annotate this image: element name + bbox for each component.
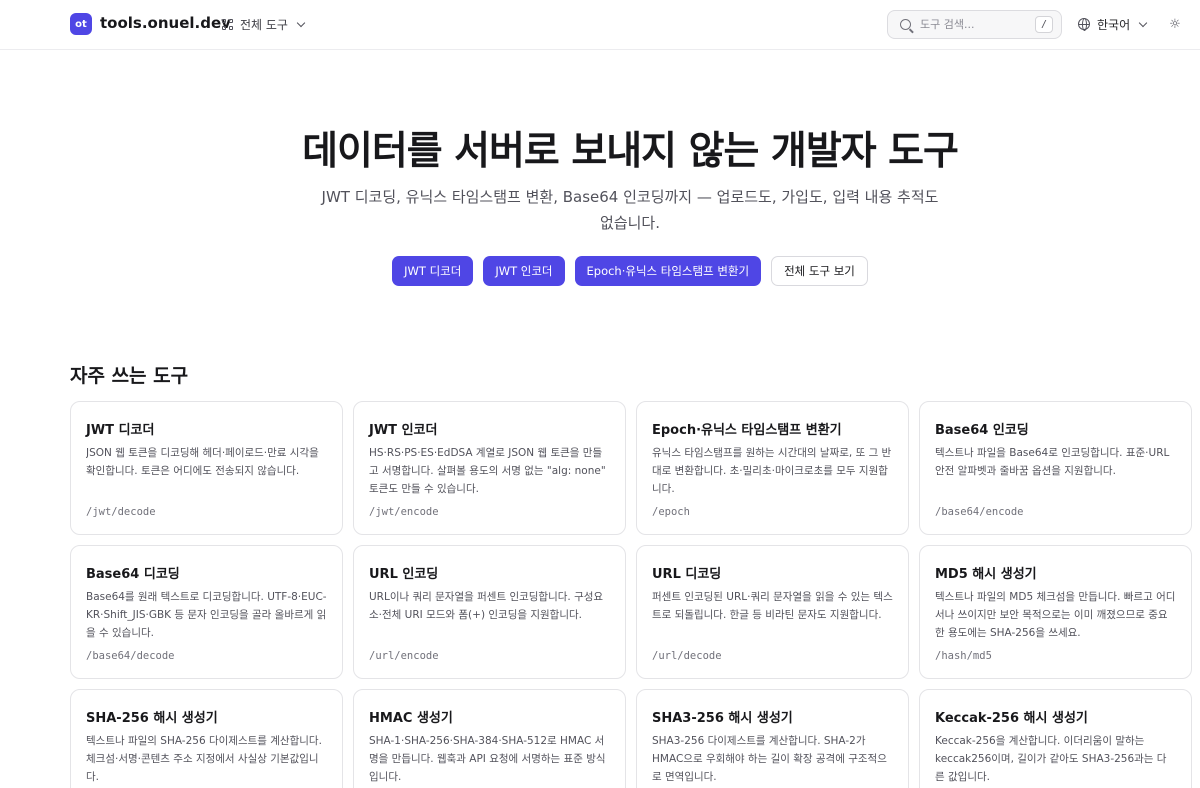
tool-card-title: HMAC 생성기 bbox=[369, 711, 453, 726]
tool-card-title: MD5 해시 생성기 bbox=[935, 567, 1037, 582]
tool-card-description: JSON 웹 토큰을 디코딩해 헤더·페이로드·만료 시각을 확인합니다. 토큰… bbox=[86, 447, 319, 477]
tool-card[interactable]: JWT 인코더 HS·RS·PS·ES·EdDSA 계열로 JSON 웹 토큰을 … bbox=[353, 401, 626, 535]
hero-cta-button[interactable]: JWT 인코더 bbox=[483, 256, 565, 286]
tool-card-title: Keccak-256 해시 생성기 bbox=[935, 711, 1088, 726]
tool-card-path: /epoch bbox=[652, 506, 690, 518]
tool-card-description: SHA-1·SHA-256·SHA-384·SHA-512로 HMAC 서명을 … bbox=[369, 735, 606, 783]
all-tools-menu-button[interactable]: 전체 도구 bbox=[222, 13, 306, 35]
hero-cta-button[interactable]: JWT 디코더 bbox=[392, 256, 474, 286]
tool-card-title: SHA-256 해시 생성기 bbox=[86, 711, 218, 726]
tool-card-title: JWT 디코더 bbox=[86, 423, 155, 438]
tool-card-path: /jwt/decode bbox=[86, 506, 156, 518]
tool-card[interactable]: Epoch·유닉스 타임스탬프 변환기유닉스 타임스탬프를 원하는 시간대의 날… bbox=[636, 401, 909, 535]
tool-card-description: URL이나 쿼리 문자열을 퍼센트 인코딩합니다. 구성요소·전체 URI 모드… bbox=[369, 591, 604, 621]
tool-card-path: /base64/encode bbox=[935, 506, 1024, 518]
search-input[interactable] bbox=[920, 18, 1020, 31]
site-name-link[interactable]: tools.onuel.dev bbox=[100, 14, 231, 32]
tool-card-title: URL 디코딩 bbox=[652, 567, 722, 582]
tool-card-title: Epoch·유닉스 타임스탬프 변환기 bbox=[652, 423, 842, 438]
theme-toggle-button[interactable]: ☼ bbox=[1168, 17, 1182, 31]
language-label: 한국어 bbox=[1097, 17, 1131, 32]
tool-card-title: JWT 인코더 bbox=[369, 423, 438, 438]
tool-card-path: /url/encode bbox=[369, 650, 439, 662]
tool-card-description: Keccak-256을 계산합니다. 이더리움이 말하는 keccak256이며… bbox=[935, 735, 1167, 783]
search-box[interactable]: / bbox=[887, 10, 1062, 39]
language-selector[interactable]: 한국어 bbox=[1078, 14, 1148, 34]
search-shortcut-key: / bbox=[1035, 16, 1053, 33]
hero-cta-group: JWT 디코더 JWT 인코더 Epoch·유닉스 타임스탬프 변환기 전체 도구 보… bbox=[0, 256, 1200, 286]
tool-card-path: /jwt/encode bbox=[369, 506, 439, 518]
tool-card[interactable]: SHA-256 해시 생성기텍스트나 파일의 SHA-256 다이제스트를 계산… bbox=[70, 689, 343, 788]
tool-card-path: /base64/decode bbox=[86, 650, 175, 662]
tool-card-description: Base64를 원래 텍스트로 디코딩합니다. UTF-8·EUC-KR·Shi… bbox=[86, 591, 327, 639]
tool-card-title: Base64 디코딩 bbox=[86, 567, 180, 582]
chevron-down-icon bbox=[296, 18, 306, 27]
tool-card[interactable]: SHA3-256 해시 생성기 SHA3-256 다이제스트를 계산합니다. SH… bbox=[636, 689, 909, 788]
search-icon bbox=[900, 19, 911, 30]
top-nav: ot tools.onuel.dev 전체 도구 / 한국어 ☼ bbox=[0, 0, 1200, 50]
tool-card-description: 퍼센트 인코딩된 URL·쿼리 문자열을 읽을 수 있는 텍스트로 되돌립니다.… bbox=[652, 591, 893, 621]
tool-card[interactable]: HMAC 생성기 SHA-1·SHA-256·SHA-384·SHA-512로 H… bbox=[353, 689, 626, 788]
tool-card-title: Base64 인코딩 bbox=[935, 423, 1029, 438]
sun-icon: ☼ bbox=[1169, 16, 1181, 32]
tool-card-path: /hash/md5 bbox=[935, 650, 992, 662]
tool-card[interactable]: Base64 디코딩 Base64를 원래 텍스트로 디코딩합니다. UTF-8·… bbox=[70, 545, 343, 679]
tool-card-description: 텍스트나 파일을 Base64로 인코딩합니다. 표준·URL 안전 알파벳과 … bbox=[935, 447, 1170, 477]
section-title: 자주 쓰는 도구 bbox=[70, 365, 189, 387]
tool-card-title: SHA3-256 해시 생성기 bbox=[652, 711, 793, 726]
hero-cta-button[interactable]: Epoch·유닉스 타임스탬프 변환기 bbox=[574, 256, 762, 286]
tool-card-description: 유닉스 타임스탬프를 원하는 시간대의 날짜로, 또 그 반대로 변환합니다. … bbox=[652, 447, 892, 495]
hero-cta-button[interactable]: 전체 도구 보기 bbox=[771, 256, 868, 286]
tool-card-description: SHA3-256 다이제스트를 계산합니다. SHA-2가 HMAC으로 우회해… bbox=[652, 735, 887, 783]
tool-card-path: /url/decode bbox=[652, 650, 722, 662]
chevron-down-icon bbox=[1138, 18, 1148, 27]
tool-card[interactable]: JWT 디코더 JSON 웹 토큰을 디코딩해 헤더·페이로드·만료 시각을 확인… bbox=[70, 401, 343, 535]
all-tools-label: 전체 도구 bbox=[240, 17, 288, 32]
tool-card[interactable]: Keccak-256 해시 생성기 Keccak-256을 계산합니다. 이더리움… bbox=[919, 689, 1192, 788]
grid-icon bbox=[222, 18, 233, 30]
tool-card[interactable]: URL 인코딩 URL이나 쿼리 문자열을 퍼센트 인코딩합니다. 구성요소·전체… bbox=[353, 545, 626, 679]
site-logo[interactable]: ot bbox=[70, 13, 92, 35]
tool-card[interactable]: URL 디코딩퍼센트 인코딩된 URL·쿼리 문자열을 읽을 수 있는 텍스트로… bbox=[636, 545, 909, 679]
tool-card-description: HS·RS·PS·ES·EdDSA 계열로 JSON 웹 토큰을 만들고 서명합… bbox=[369, 447, 606, 495]
hero-title: 데이터를 서버로 보내지 않는 개발자 도구 bbox=[302, 129, 959, 174]
tool-card-description: 텍스트나 파일의 SHA-256 다이제스트를 계산합니다. 체크섬·서명·콘텐… bbox=[86, 735, 322, 783]
globe-icon bbox=[1078, 18, 1090, 31]
hero-subtitle: JWT 디코딩, 유닉스 타임스탬프 변환, Base64 인코딩까지 — 업로… bbox=[321, 188, 939, 232]
tool-card-description: 텍스트나 파일의 MD5 체크섬을 만듭니다. 빠르고 어디서나 쓰이지만 보안… bbox=[935, 591, 1176, 639]
tool-card-title: URL 인코딩 bbox=[369, 567, 439, 582]
tool-card[interactable]: Base64 인코딩텍스트나 파일을 Base64로 인코딩합니다. 표준·UR… bbox=[919, 401, 1192, 535]
tool-card-grid: JWT 디코더 JSON 웹 토큰을 디코딩해 헤더·페이로드·만료 시각을 확인… bbox=[70, 401, 1200, 788]
tool-card[interactable]: MD5 해시 생성기텍스트나 파일의 MD5 체크섬을 만듭니다. 빠르고 어디… bbox=[919, 545, 1192, 679]
